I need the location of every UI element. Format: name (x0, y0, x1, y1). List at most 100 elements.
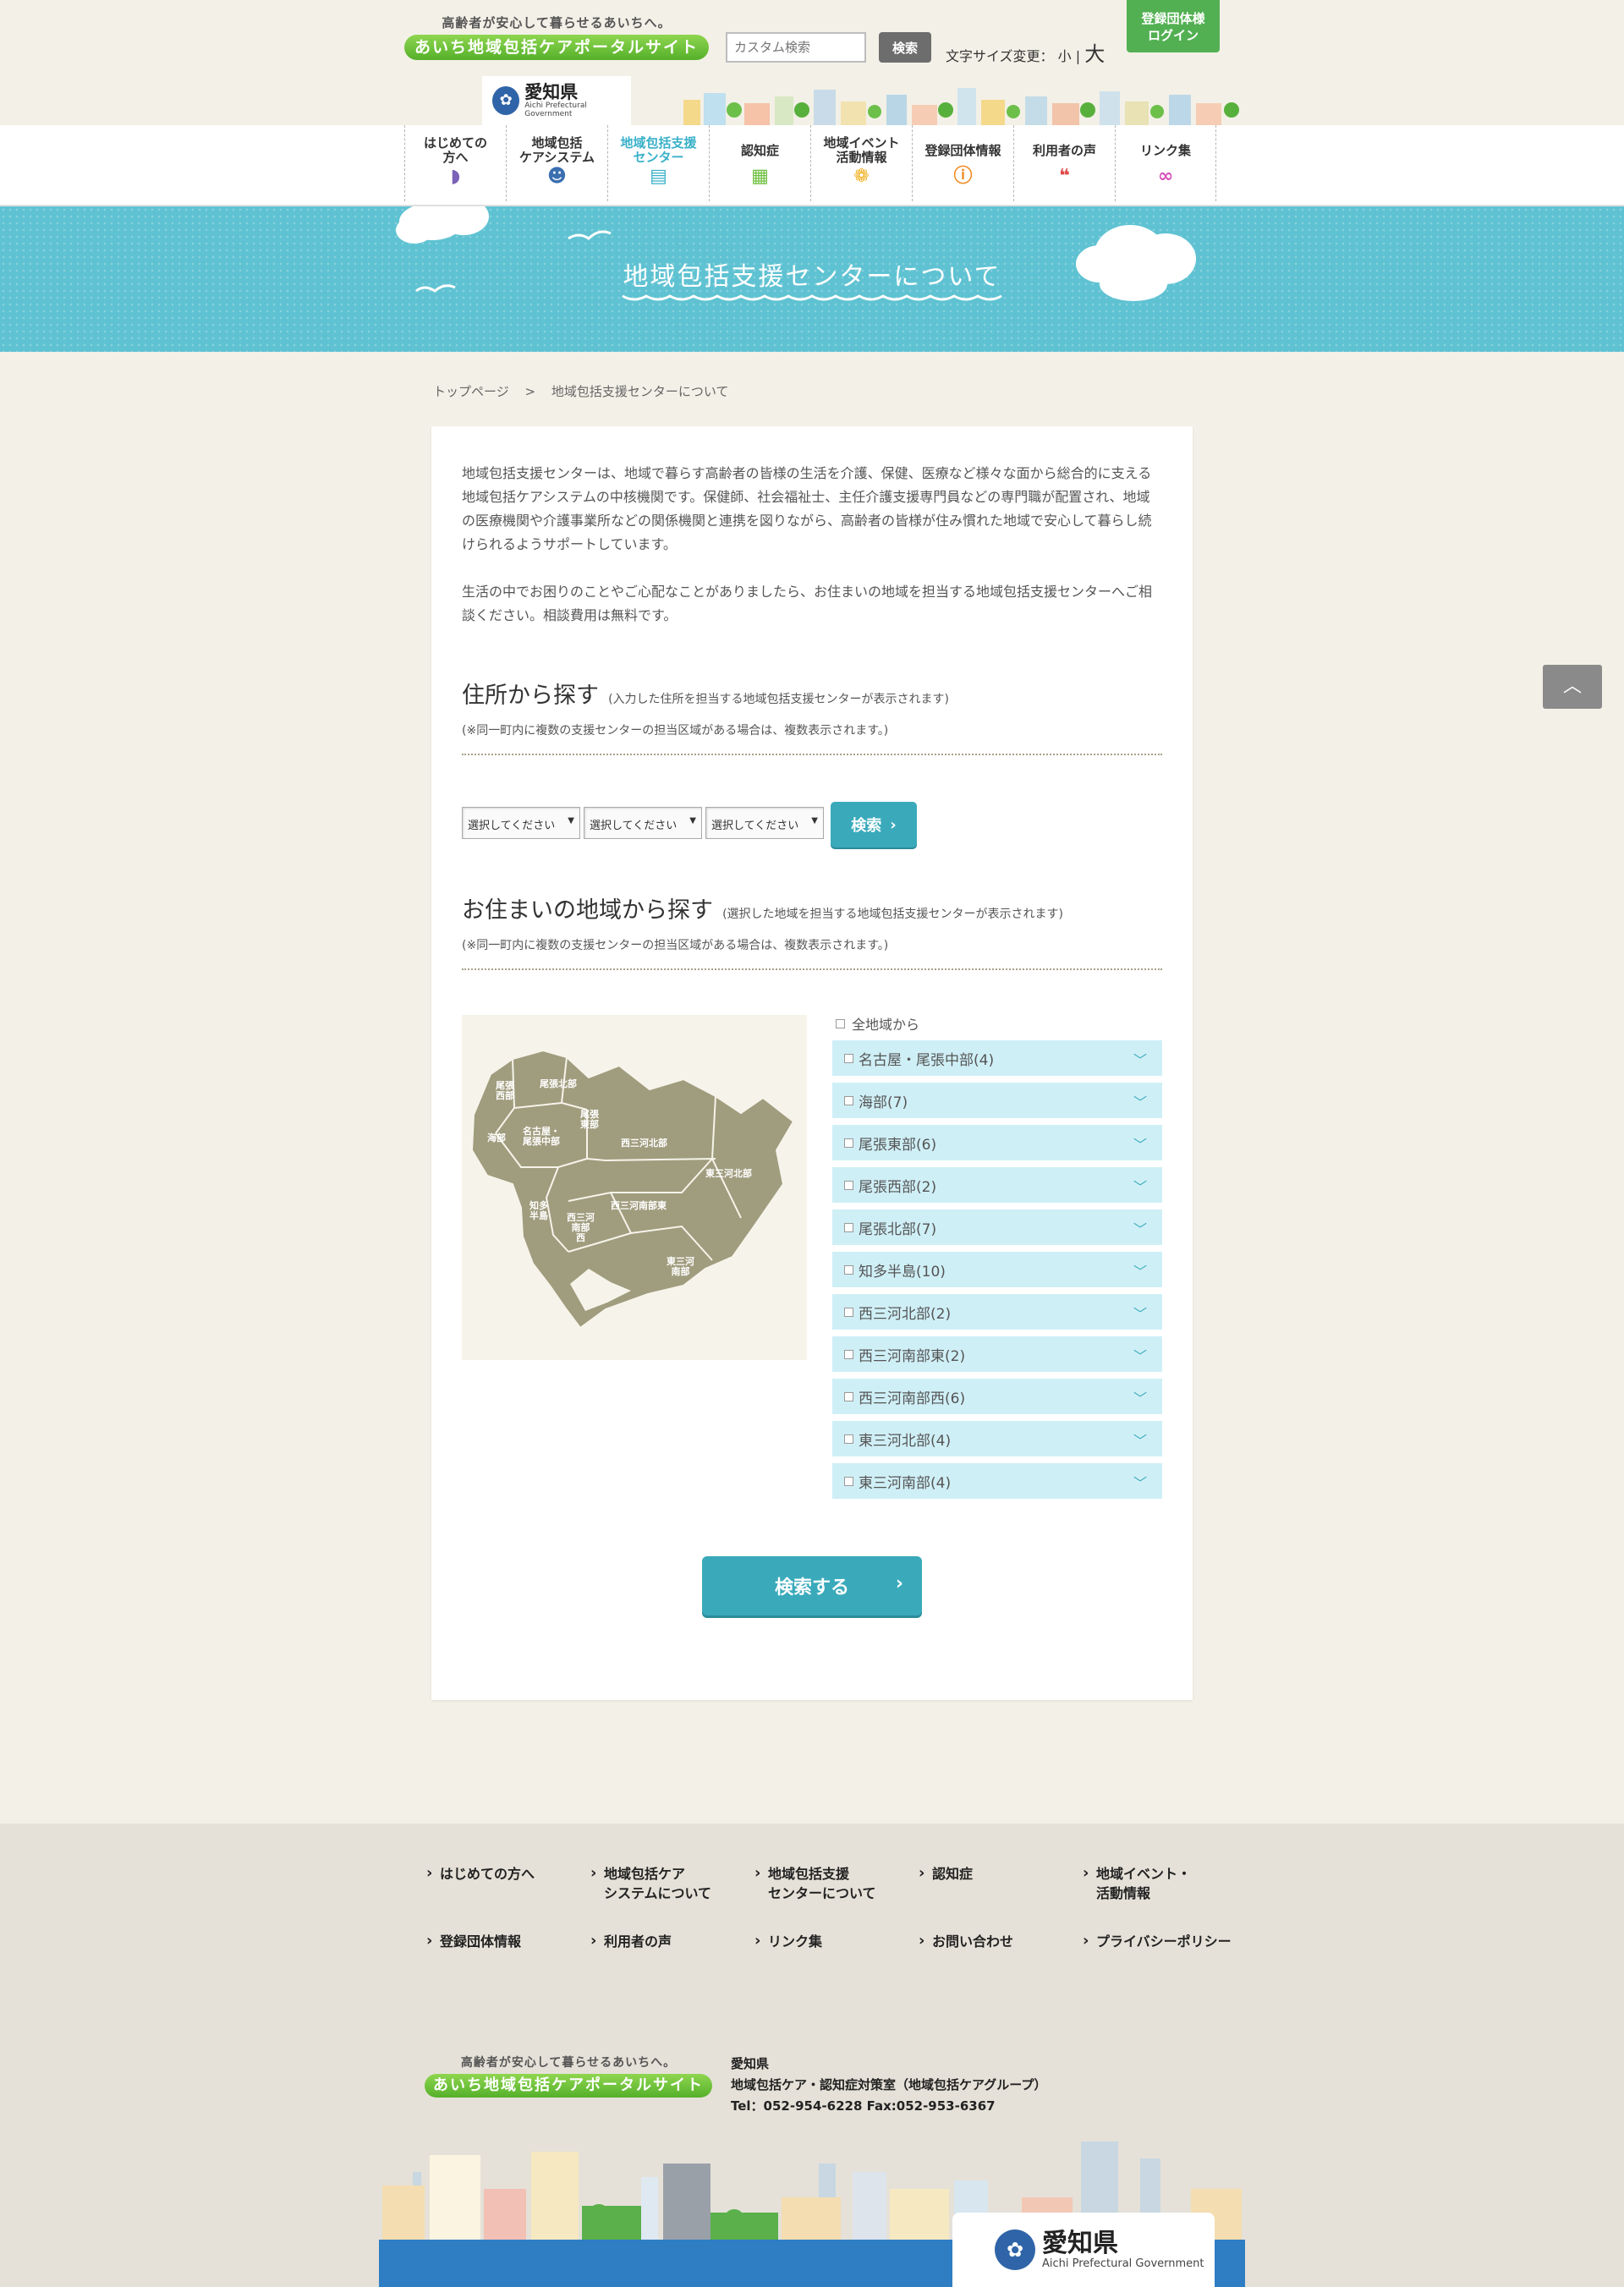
map-label-nishimikawa-nanbu-higashi[interactable]: 西三河南部東 (611, 1201, 667, 1211)
page-title: 地域包括支援センターについて (623, 262, 1001, 292)
back-to-top-button[interactable]: ︿ (1543, 665, 1602, 709)
chevron-down-icon[interactable]: ﹀ (1133, 1303, 1147, 1323)
region-accordion[interactable]: 海部(7) ﹀ (832, 1083, 1162, 1118)
region-accordion[interactable]: 尾張北部(7) ﹀ (832, 1209, 1162, 1245)
chevron-down-icon[interactable]: ﹀ (1133, 1260, 1147, 1281)
map-label-nishimikawa-nanbu-nishi[interactable]: 西三河 南部 西 (567, 1213, 595, 1243)
footer-link[interactable]: お問い合わせ (917, 1931, 1081, 1951)
region-label: 東三河北部(4) (859, 1432, 952, 1450)
region-accordion[interactable]: 東三河南部(4) ﹀ (832, 1463, 1162, 1499)
aichi-pref-logo[interactable]: ✿ 愛知県 Aichi Prefectural Government (482, 76, 631, 125)
footer-link[interactable]: 登録団体情報 (425, 1931, 589, 1951)
footer-link[interactable]: 地域包括ケア システムについて (589, 1863, 753, 1903)
site-footer: はじめての方へ地域包括ケア システムについて地域包括支援 センターについて認知症… (0, 1824, 1624, 2287)
footer-link[interactable]: プライバシーポリシー (1081, 1931, 1245, 1951)
region-label: 西三河南部東(2) (859, 1347, 966, 1365)
page-banner: 地域包括支援センターについて (0, 206, 1624, 352)
region-accordion[interactable]: 尾張東部(6) ﹀ (832, 1125, 1162, 1160)
checkbox[interactable] (844, 1264, 853, 1275)
chevron-down-icon[interactable]: ﹀ (1133, 1345, 1147, 1365)
nav-item-7[interactable]: 利用者の声 ❝ (1013, 125, 1115, 201)
map-label-ama[interactable]: 海部 (487, 1133, 506, 1144)
map-label-higashimikawa-nanbu[interactable]: 東三河 南部 (667, 1257, 694, 1277)
prefecture-city-select[interactable]: 選択してください ▼ (462, 807, 580, 839)
region-accordion[interactable]: 東三河北部(4) ﹀ (832, 1421, 1162, 1456)
checkbox[interactable] (836, 1018, 845, 1028)
site-logo[interactable]: 高齢者が安心して暮らせるあいちへ。 あいち地域包括ケアポータルサイト (404, 14, 709, 60)
checkbox[interactable] (844, 1095, 853, 1105)
checkbox[interactable] (844, 1138, 853, 1148)
map-label-nishimikawa-hokubu[interactable]: 西三河北部 (621, 1138, 667, 1149)
address-search-button[interactable]: 検索 › (831, 802, 917, 847)
aichi-emblem-icon: ✿ (492, 86, 520, 115)
footer-link[interactable]: 認知症 (917, 1863, 1081, 1903)
region-list: 全地域から 名古屋・尾張中部(4) ﹀ 海部(7) ﹀ 尾張東部(6) ﹀ 尾張西部(2) ﹀… (832, 1012, 1162, 1499)
map-label-nagoya[interactable]: 名古屋・ 尾張中部 (523, 1127, 560, 1147)
map-label-higashimikawa-hokubu[interactable]: 東三河北部 (705, 1169, 752, 1179)
breadcrumb-home[interactable]: トップページ (433, 384, 509, 399)
footer-link[interactable]: 利用者の声 (589, 1931, 753, 1951)
dropdown-arrow-icon: ▼ (689, 816, 696, 825)
chevron-down-icon[interactable]: ﹀ (1133, 1429, 1147, 1450)
region-accordion[interactable]: 名古屋・尾張中部(4) ﹀ (832, 1040, 1162, 1076)
chevron-down-icon[interactable]: ﹀ (1133, 1472, 1147, 1492)
checkbox[interactable] (844, 1434, 853, 1444)
checkbox[interactable] (844, 1180, 853, 1190)
select-value: 選択してください (590, 820, 678, 832)
global-nav: はじめての 方へ ◗ 地域包括 ケアシステム ☻ 地域包括支援 センター ▤ 認知症 ▦ 地域イ… (0, 125, 1624, 206)
checkbox[interactable] (844, 1307, 853, 1317)
chevron-up-icon: ︿ (1562, 676, 1582, 697)
nav-item-1[interactable]: はじめての 方へ ◗ (404, 125, 506, 201)
map-label-chita[interactable]: 知多 半島 (529, 1201, 548, 1221)
address-search-note: (※同一町内に複数の支援センターの担当区域がある場合は、複数表示されます。) (462, 724, 889, 738)
submit-search-button[interactable]: 検索する › (702, 1556, 922, 1615)
footer-phone: Tel：052-954-6228 Fax:052-953-6367 (731, 2098, 996, 2114)
all-regions-checkbox[interactable]: 全地域から (832, 1012, 1162, 1035)
footer-site-logo[interactable]: 高齢者が安心して暮らせるあいちへ。 あいち地域包括ケアポータルサイト (425, 2054, 712, 2098)
map-label-owari-seibu[interactable]: 尾張 西部 (496, 1081, 514, 1101)
area-search-section: お住まいの地域から探す (選択した地域を担当する地域包括支援センターが表示されま… (462, 891, 1162, 970)
footer-link[interactable]: はじめての方へ (425, 1863, 589, 1903)
footer-link[interactable]: 地域包括支援 センターについて (753, 1863, 917, 1903)
chevron-down-icon[interactable]: ﹀ (1133, 1218, 1147, 1238)
region-accordion[interactable]: 西三河南部東(2) ﹀ (832, 1336, 1162, 1372)
checkbox[interactable] (844, 1476, 853, 1486)
region-accordion[interactable]: 知多半島(10) ﹀ (832, 1252, 1162, 1287)
search-input[interactable] (726, 32, 866, 63)
nav-item-3[interactable]: 地域包括支援 センター ▤ (607, 125, 709, 201)
nav-item-2[interactable]: 地域包括 ケアシステム ☻ (506, 125, 607, 201)
chevron-right-icon: › (890, 815, 897, 834)
chevron-down-icon[interactable]: ﹀ (1133, 1091, 1147, 1111)
nav-item-6[interactable]: 登録団体情報 ⓘ (912, 125, 1013, 201)
region-accordion[interactable]: 西三河南部西(6) ﹀ (832, 1379, 1162, 1414)
notebook-icon: ▦ (751, 166, 769, 187)
chevron-down-icon[interactable]: ﹀ (1133, 1176, 1147, 1196)
member-login-button[interactable]: 登録団体様 ログイン (1127, 0, 1220, 52)
nav-item-4[interactable]: 認知症 ▦ (709, 125, 810, 201)
footer-link[interactable]: 地域イベント・ 活動情報 (1081, 1863, 1245, 1903)
chevron-down-icon[interactable]: ﹀ (1133, 1049, 1147, 1069)
aichi-region-map[interactable]: 尾張 西部 尾張北部 海部 名古屋・ 尾張中部 尾張 東部 西三河北部 東三河北… (462, 1015, 807, 1360)
font-size-large-button[interactable]: 大 (1084, 42, 1105, 66)
checkbox[interactable] (844, 1349, 853, 1359)
region-accordion[interactable]: 尾張西部(2) ﹀ (832, 1167, 1162, 1203)
chevron-down-icon[interactable]: ﹀ (1133, 1133, 1147, 1154)
chevron-down-icon[interactable]: ﹀ (1133, 1387, 1147, 1407)
footer-link[interactable]: リンク集 (753, 1931, 917, 1951)
map-label-owari-tobu[interactable]: 尾張 東部 (580, 1110, 599, 1130)
map-label-owari-hokubu[interactable]: 尾張北部 (540, 1079, 577, 1089)
nav-item-label: リンク集 (1139, 142, 1191, 158)
checkbox[interactable] (844, 1391, 853, 1401)
font-size-small-button[interactable]: 小 (1058, 48, 1072, 64)
nav-item-5[interactable]: 地域イベント 活動情報 ❁ (810, 125, 912, 201)
nav-item-8[interactable]: リンク集 ∞ (1115, 125, 1216, 201)
region-accordion[interactable]: 西三河北部(2) ﹀ (832, 1294, 1162, 1330)
checkbox[interactable] (844, 1053, 853, 1063)
checkbox[interactable] (844, 1222, 853, 1232)
footer-org: 愛知県 (731, 2056, 770, 2071)
footer-aichi-pref-logo[interactable]: ✿ 愛知県 Aichi Prefectural Government (952, 2213, 1215, 2287)
search-button[interactable]: 検索 (879, 32, 931, 63)
block-select[interactable]: 選択してください ▼ (705, 807, 824, 839)
login-line2: ログイン (1147, 28, 1199, 43)
town-select[interactable]: 選択してください ▼ (584, 807, 702, 839)
